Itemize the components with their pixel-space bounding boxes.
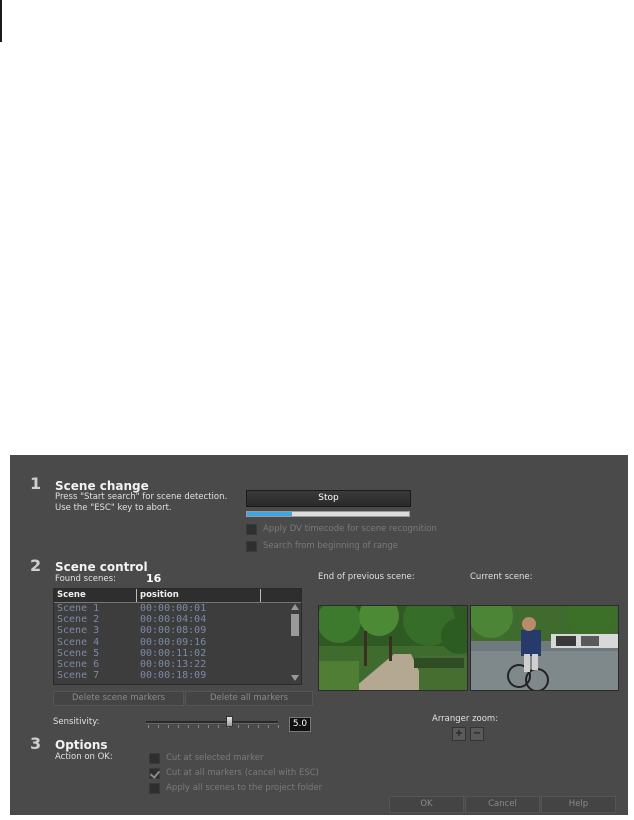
scene-name-cell: Scene 7 [57, 670, 100, 682]
slider-tick [238, 725, 239, 728]
cut-all-checkbox[interactable] [149, 768, 160, 779]
current-scene-preview [470, 605, 619, 691]
slider-tick [218, 725, 219, 728]
search-beginning-checkbox[interactable] [246, 541, 257, 552]
scene-change-title: Scene change [55, 479, 149, 493]
found-scenes-label: Found scenes: [55, 574, 116, 584]
sensitivity-value-box[interactable]: 5.0 [289, 717, 311, 732]
apply-scenes-checkbox[interactable] [149, 783, 160, 794]
sensitivity-slider-knob[interactable] [226, 716, 233, 727]
slider-tick [198, 725, 199, 728]
slider-tick [168, 725, 169, 728]
scene-list-row[interactable]: Scene 6 00:00:13:22 [54, 659, 301, 670]
scroll-up-arrow-icon[interactable] [291, 604, 299, 610]
delete-all-markers-button[interactable]: Delete all markers [185, 691, 313, 706]
slider-tick [148, 725, 149, 728]
found-scenes-count: 16 [146, 572, 162, 585]
scene-change-hint-1: Press "Start search" for scene detection… [55, 492, 228, 502]
scene-name-cell: Scene 2 [57, 614, 100, 626]
slider-tick [258, 725, 259, 728]
previous-scene-preview [318, 605, 468, 691]
end-previous-scene-label: End of previous scene: [318, 572, 415, 582]
sensitivity-slider-track[interactable] [146, 721, 278, 724]
scene-position-cell: 00:00:08:09 [140, 625, 207, 637]
search-beginning-label: Search from beginning of range [263, 541, 398, 551]
dv-timecode-checkbox[interactable] [246, 524, 257, 535]
scene-list-header: Scene position [54, 589, 301, 603]
slider-tick [208, 725, 209, 728]
scroll-down-arrow-icon[interactable] [291, 675, 299, 681]
step-1-number: 1 [30, 474, 42, 493]
slider-tick [158, 725, 159, 728]
scene-list-row[interactable]: Scene 3 00:00:08:09 [54, 625, 301, 636]
arranger-zoom-label: Arranger zoom: [432, 714, 499, 724]
column-separator [136, 589, 137, 602]
options-title: Options [55, 738, 108, 752]
scene-detection-dialog: 1 Scene change Press "Start search" for … [10, 455, 628, 815]
scene-position-cell: 00:00:11:02 [140, 647, 207, 659]
scene-list-row[interactable]: Scene 2 00:00:04:04 [54, 614, 301, 625]
column-separator [260, 589, 261, 602]
action-on-ok-label: Action on OK: [55, 752, 113, 762]
scene-position-cell: 00:00:09:16 [140, 636, 207, 648]
cyclist-image [471, 606, 618, 690]
cut-selected-label: Cut at selected marker [166, 753, 264, 763]
step-2-number: 2 [30, 556, 42, 575]
slider-tick [248, 725, 249, 728]
scene-position-cell: 00:00:13:22 [140, 659, 207, 670]
stop-button[interactable]: Stop [246, 490, 411, 507]
page-edge-mark [0, 0, 2, 42]
delete-scene-markers-button[interactable]: Delete scene markers [53, 691, 184, 706]
scene-control-title: Scene control [55, 560, 148, 574]
scene-name-cell: Scene 3 [57, 625, 100, 637]
cancel-button[interactable]: Cancel [465, 796, 540, 813]
cut-selected-checkbox[interactable] [149, 753, 160, 764]
scene-name-cell: Scene 5 [57, 647, 100, 659]
scene-name-cell: Scene 1 [57, 603, 100, 614]
apply-scenes-label: Apply all scenes to the project folder [166, 783, 323, 793]
search-progress-bar [246, 511, 410, 517]
slider-tick [178, 725, 179, 728]
zoom-in-button[interactable]: + [452, 727, 466, 741]
scene-change-hint-2: Use the "ESC" key to abort. [55, 503, 172, 513]
ok-button[interactable]: OK [389, 796, 464, 813]
zoom-out-button[interactable]: − [470, 727, 484, 741]
scene-position-cell: 00:00:04:04 [140, 614, 207, 626]
slider-tick [268, 725, 269, 728]
scene-list[interactable]: Scene position Scene 1 00:00:00:01 Scene 2… [53, 588, 302, 685]
scene-name-cell: Scene 6 [57, 659, 100, 670]
help-button[interactable]: Help [541, 796, 616, 813]
dv-timecode-label: Apply DV timecode for scene recognition [263, 524, 437, 534]
scene-list-row[interactable]: Scene 1 00:00:00:01 [54, 603, 301, 614]
scene-position-cell: 00:00:00:01 [140, 603, 207, 614]
scene-name-cell: Scene 4 [57, 636, 100, 648]
scene-list-row[interactable]: Scene 7 00:00:18:09 [54, 670, 301, 681]
slider-tick [188, 725, 189, 728]
scroll-thumb[interactable] [291, 614, 299, 636]
sensitivity-label: Sensitivity: [53, 717, 100, 727]
scene-list-row[interactable]: Scene 4 00:00:09:16 [54, 637, 301, 648]
cut-all-label: Cut at all markers (cancel with ESC) [166, 768, 319, 778]
position-column-header[interactable]: position [140, 589, 179, 601]
scene-position-cell: 00:00:18:09 [140, 670, 207, 682]
search-progress-fill [247, 512, 293, 516]
slider-tick [278, 725, 279, 728]
step-3-number: 3 [30, 734, 42, 753]
scene-list-row[interactable]: Scene 5 00:00:11:02 [54, 648, 301, 659]
scene-column-header[interactable]: Scene [57, 589, 86, 601]
current-scene-label: Current scene: [470, 572, 533, 582]
park-path-image [319, 606, 467, 690]
scene-list-scrollbar[interactable] [290, 602, 300, 683]
